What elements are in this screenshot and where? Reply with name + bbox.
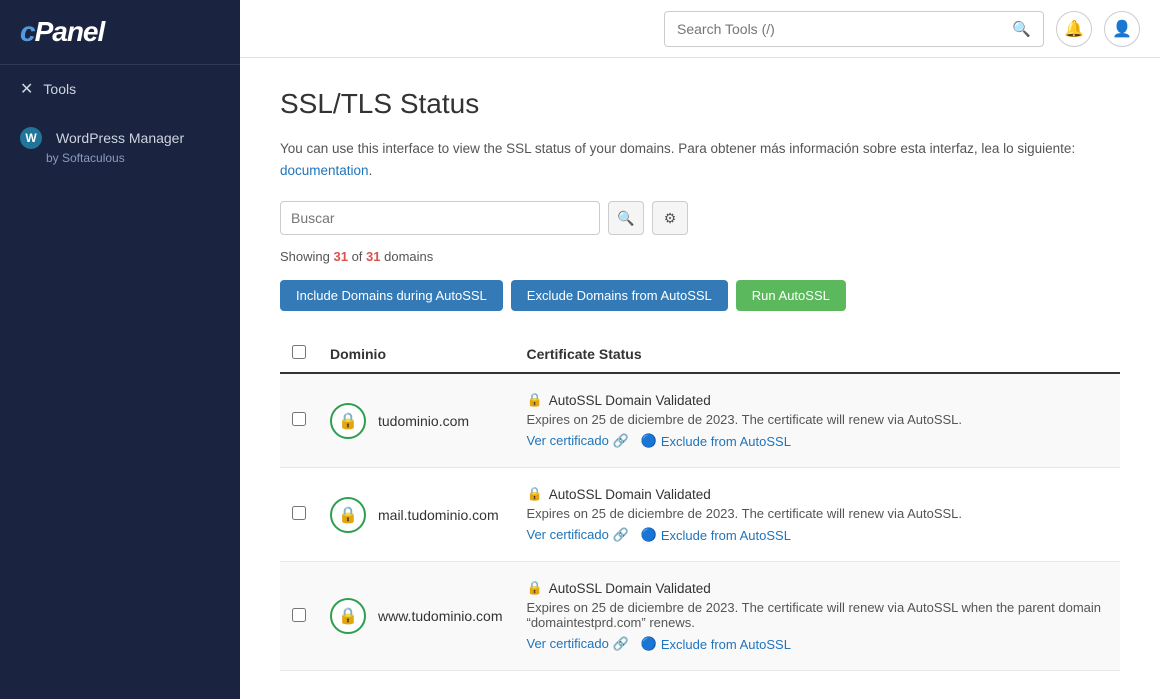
row-status-cell: 🔒 AutoSSL Domain Validated Expires on 25… (515, 562, 1121, 671)
table-row: 🔒 www.tudominio.com 🔒 AutoSSL Domain Val… (280, 562, 1120, 671)
tools-icon: ✕ (20, 79, 33, 99)
table-row: 🔒 tudominio.com 🔒 AutoSSL Domain Validat… (280, 373, 1120, 468)
action-links: Ver certificado 🔗 🔵 Exclude from AutoSSL (527, 636, 1109, 652)
exclude-domains-button[interactable]: Exclude Domains from AutoSSL (511, 280, 728, 311)
wordpress-icon: W (20, 127, 42, 149)
content-area: SSL/TLS Status You can use this interfac… (240, 58, 1160, 699)
exclude-circle-icon: 🔵 (641, 527, 657, 543)
lock-icon: 🔒 (338, 411, 358, 431)
row-checkbox[interactable] (292, 506, 306, 520)
logo-area: cPanel (0, 0, 240, 65)
cert-status: 🔒 AutoSSL Domain Validated Expires on 25… (527, 482, 1109, 547)
sidebar-item-wp-sub: by Softaculous (20, 151, 125, 165)
status-line: 🔒 AutoSSL Domain Validated (527, 580, 1109, 596)
exclude-circle-icon: 🔵 (641, 636, 657, 652)
exclude-circle-icon: 🔵 (641, 433, 657, 449)
showing-info: Showing 31 of 31 domains (280, 249, 1120, 264)
domain-settings-button[interactable]: ⚙ (652, 201, 688, 235)
sidebar-item-wp-label: WordPress Manager (56, 130, 184, 146)
exclude-autossl-link[interactable]: 🔵 Exclude from AutoSSL (641, 433, 791, 449)
search-input[interactable] (665, 21, 1000, 37)
row-checkbox-cell (280, 373, 318, 468)
ssl-icon: 🔒 (330, 497, 366, 533)
lock-icon: 🔒 (338, 505, 358, 525)
status-lock-icon: 🔒 (527, 486, 543, 502)
cpanel-logo: cPanel (20, 16, 220, 48)
ver-certificado-link[interactable]: Ver certificado 🔗 (527, 636, 629, 652)
status-lock-icon: 🔒 (527, 580, 543, 596)
row-domain-cell: 🔒 www.tudominio.com (318, 562, 515, 671)
ver-certificado-link[interactable]: Ver certificado 🔗 (527, 433, 629, 449)
row-checkbox-cell (280, 562, 318, 671)
table-header: Dominio Certificate Status (280, 335, 1120, 373)
domain-name: mail.tudominio.com (378, 507, 499, 523)
showing-of: of (348, 249, 366, 264)
exclude-autossl-link[interactable]: 🔵 Exclude from AutoSSL (641, 636, 791, 652)
table-row: 🔒 mail.tudominio.com 🔒 AutoSSL Domain Va… (280, 468, 1120, 562)
header: 🔍 🔔 👤 (240, 0, 1160, 58)
action-buttons: Include Domains during AutoSSL Exclude D… (280, 280, 1120, 311)
row-domain-cell: 🔒 tudominio.com (318, 373, 515, 468)
ver-certificado-link[interactable]: Ver certificado 🔗 (527, 527, 629, 543)
ssl-icon: 🔒 (330, 598, 366, 634)
row-domain-cell: 🔒 mail.tudominio.com (318, 468, 515, 562)
col-checkbox-header (280, 335, 318, 373)
sidebar-item-wordpress-manager[interactable]: W WordPress Manager by Softaculous (0, 113, 240, 179)
table-body: 🔒 tudominio.com 🔒 AutoSSL Domain Validat… (280, 373, 1120, 671)
domain-name: www.tudominio.com (378, 608, 503, 624)
status-label: AutoSSL Domain Validated (549, 581, 711, 596)
domain-name: tudominio.com (378, 413, 469, 429)
domain-cell: 🔒 mail.tudominio.com (330, 497, 503, 533)
domain-cell: 🔒 www.tudominio.com (330, 598, 503, 634)
page-description: You can use this interface to view the S… (280, 138, 1120, 181)
status-label: AutoSSL Domain Validated (549, 393, 711, 408)
notifications-button[interactable]: 🔔 (1056, 11, 1092, 47)
domain-search-input[interactable] (280, 201, 600, 235)
domain-cell: 🔒 tudominio.com (330, 403, 503, 439)
documentation-link[interactable]: documentation (280, 163, 369, 178)
page-title: SSL/TLS Status (280, 88, 1120, 120)
search-submit-button[interactable]: 🔍 (1000, 12, 1043, 46)
domains-table: Dominio Certificate Status 🔒 tudominio.c… (280, 335, 1120, 671)
showing-prefix: Showing (280, 249, 333, 264)
showing-total: 31 (366, 249, 380, 264)
expires-line: Expires on 25 de diciembre de 2023. The … (527, 506, 1109, 521)
status-label: AutoSSL Domain Validated (549, 487, 711, 502)
lock-icon: 🔒 (338, 606, 358, 626)
expires-line: Expires on 25 de diciembre de 2023. The … (527, 600, 1109, 630)
status-line: 🔒 AutoSSL Domain Validated (527, 486, 1109, 502)
cert-status: 🔒 AutoSSL Domain Validated Expires on 25… (527, 388, 1109, 453)
user-button[interactable]: 👤 (1104, 11, 1140, 47)
expires-line: Expires on 25 de diciembre de 2023. The … (527, 412, 1109, 427)
ssl-icon: 🔒 (330, 403, 366, 439)
exclude-autossl-link[interactable]: 🔵 Exclude from AutoSSL (641, 527, 791, 543)
main-area: 🔍 🔔 👤 SSL/TLS Status You can use this in… (240, 0, 1160, 699)
row-status-cell: 🔒 AutoSSL Domain Validated Expires on 25… (515, 468, 1121, 562)
sidebar-item-tools-label: Tools (43, 81, 76, 97)
showing-suffix: domains (381, 249, 434, 264)
filter-row: 🔍 ⚙ (280, 201, 1120, 235)
row-checkbox[interactable] (292, 608, 306, 622)
run-autossl-button[interactable]: Run AutoSSL (736, 280, 846, 311)
select-all-checkbox[interactable] (292, 345, 306, 359)
row-checkbox[interactable] (292, 412, 306, 426)
col-status-header: Certificate Status (515, 335, 1121, 373)
cert-status: 🔒 AutoSSL Domain Validated Expires on 25… (527, 576, 1109, 656)
showing-count: 31 (333, 249, 347, 264)
col-domain-header: Dominio (318, 335, 515, 373)
wp-top: W WordPress Manager (20, 127, 184, 149)
description-text: You can use this interface to view the S… (280, 141, 1075, 156)
action-links: Ver certificado 🔗 🔵 Exclude from AutoSSL (527, 527, 1109, 543)
domain-search-button[interactable]: 🔍 (608, 201, 644, 235)
status-lock-icon: 🔒 (527, 392, 543, 408)
sidebar: cPanel ✕ Tools W WordPress Manager by So… (0, 0, 240, 699)
row-checkbox-cell (280, 468, 318, 562)
status-line: 🔒 AutoSSL Domain Validated (527, 392, 1109, 408)
include-domains-button[interactable]: Include Domains during AutoSSL (280, 280, 503, 311)
search-bar[interactable]: 🔍 (664, 11, 1044, 47)
row-status-cell: 🔒 AutoSSL Domain Validated Expires on 25… (515, 373, 1121, 468)
action-links: Ver certificado 🔗 🔵 Exclude from AutoSSL (527, 433, 1109, 449)
sidebar-item-tools[interactable]: ✕ Tools (0, 65, 240, 113)
